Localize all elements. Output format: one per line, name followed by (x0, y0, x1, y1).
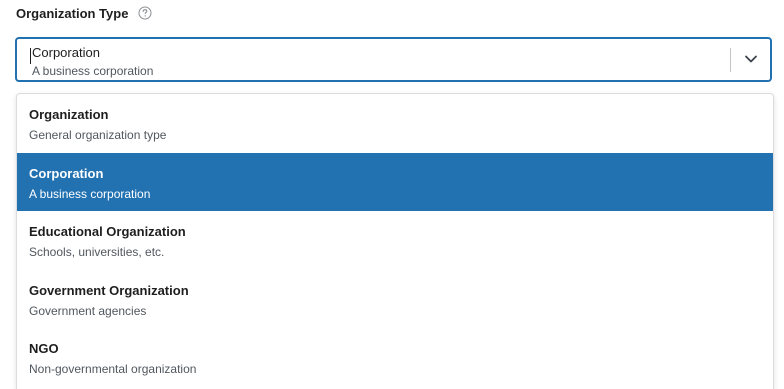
selected-value: Corporation A business corporation (32, 44, 153, 79)
text-cursor (30, 48, 31, 64)
option-government-organization[interactable]: Government Organization Government agenc… (17, 270, 773, 328)
selected-value-description: A business corporation (32, 64, 154, 78)
option-description: Government agencies (29, 304, 147, 318)
option-educational-organization[interactable]: Educational Organization Schools, univer… (17, 211, 773, 269)
dropdown-toggle-button[interactable] (731, 39, 770, 80)
option-description: General organization type (29, 128, 167, 142)
question-circle-icon[interactable] (138, 6, 152, 20)
option-title: Organization (29, 107, 109, 122)
chevron-down-icon (744, 51, 758, 69)
option-description: Schools, universities, etc. (29, 245, 165, 259)
option-description: A business corporation (29, 187, 151, 201)
field-label-row: Organization Type (16, 4, 152, 22)
option-corporation[interactable]: Corporation A business corporation (17, 153, 773, 211)
option-ngo[interactable]: NGO Non-governmental organization (17, 328, 773, 386)
field-label: Organization Type (16, 5, 129, 21)
option-description: Non-governmental organization (29, 362, 197, 376)
option-title: Educational Organization (29, 224, 186, 239)
option-title: NGO (29, 341, 59, 356)
option-title: Government Organization (29, 283, 189, 298)
option-title: Corporation (29, 166, 104, 181)
selected-value-title: Corporation (32, 45, 100, 60)
organization-type-field: Organization Type Corporation A business… (0, 0, 784, 389)
resize-grip-icon[interactable] (776, 382, 782, 388)
dropdown-menu: Organization General organization type C… (16, 93, 774, 389)
option-organization[interactable]: Organization General organization type (17, 94, 773, 152)
organization-type-select[interactable]: Corporation A business corporation (15, 37, 772, 82)
